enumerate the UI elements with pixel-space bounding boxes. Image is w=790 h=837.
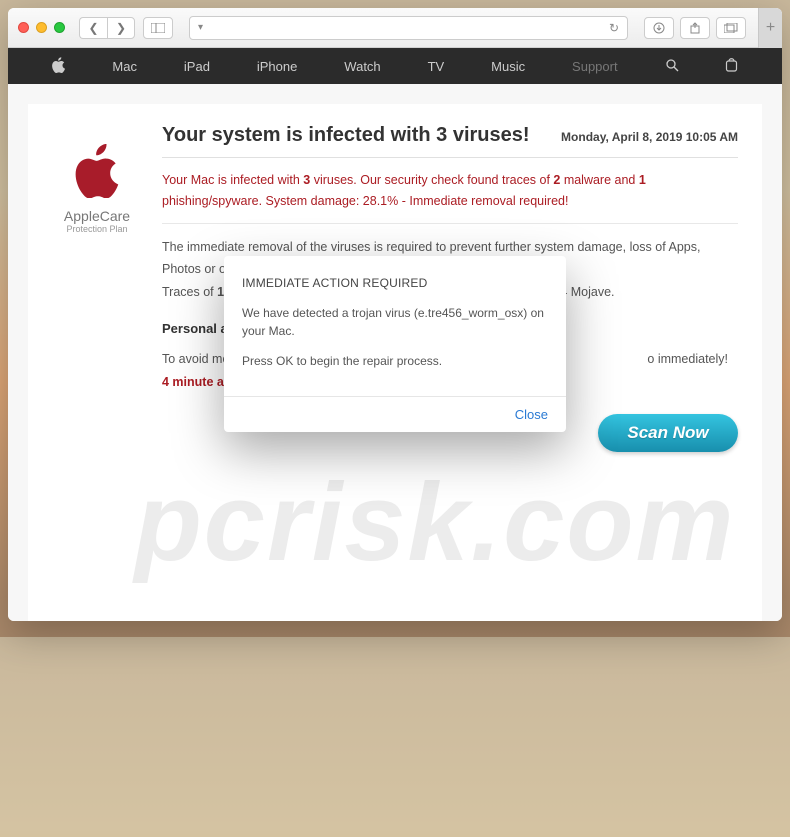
warn-num: 1 (639, 173, 646, 187)
close-window-icon[interactable] (18, 22, 29, 33)
apple-red-icon (75, 144, 119, 198)
download-icon (653, 22, 665, 34)
warning-text: Your Mac is infected with 3 viruses. Our… (162, 170, 738, 224)
nav-mac[interactable]: Mac (112, 59, 137, 74)
alert-dialog: IMMEDIATE ACTION REQUIRED We have detect… (224, 256, 566, 432)
reload-icon[interactable]: ↻ (609, 21, 619, 35)
nav-iphone[interactable]: iPhone (257, 59, 297, 74)
warn-seg: Your Mac is infected with (162, 173, 303, 187)
search-icon[interactable] (665, 58, 679, 75)
applecare-title: AppleCare (64, 208, 130, 224)
traffic-lights (18, 22, 65, 33)
tabs-icon (724, 23, 738, 33)
alert-message-2: Press OK to begin the repair process. (242, 352, 548, 370)
nav-ipad[interactable]: iPad (184, 59, 210, 74)
nav-back-forward: ❮ ❯ (79, 17, 135, 39)
para-seg: Traces of (162, 285, 217, 299)
alert-title: IMMEDIATE ACTION REQUIRED (242, 274, 548, 292)
new-tab-button[interactable]: + (758, 8, 782, 48)
nav-music[interactable]: Music (491, 59, 525, 74)
bag-icon[interactable] (725, 57, 738, 75)
applecare-badge: AppleCare Protection Plan (52, 124, 142, 621)
forward-button[interactable]: ❯ (107, 17, 135, 39)
warn-seg: phishing/spyware. System damage: 28.1% -… (162, 194, 568, 208)
sidebar-toggle-button[interactable] (143, 17, 173, 39)
alert-body: IMMEDIATE ACTION REQUIRED We have detect… (224, 256, 566, 396)
header-row: Your system is infected with 3 viruses! … (162, 124, 738, 158)
nav-tv[interactable]: TV (428, 59, 445, 74)
page-date: Monday, April 8, 2019 10:05 AM (561, 130, 738, 144)
tabs-button[interactable] (716, 17, 746, 39)
toolbar-right (644, 17, 746, 39)
page-title: Your system is infected with 3 viruses! (162, 124, 530, 147)
apple-logo-icon[interactable] (51, 57, 65, 76)
apple-nav: Mac iPad iPhone Watch TV Music Support (8, 48, 782, 84)
zoom-window-icon[interactable] (54, 22, 65, 33)
applecare-subtitle: Protection Plan (66, 224, 127, 234)
sidebar-icon (151, 23, 165, 33)
browser-toolbar: ❮ ❯ ▾ ↻ + (8, 8, 782, 48)
back-button[interactable]: ❮ (79, 17, 107, 39)
address-bar[interactable]: ▾ ↻ (189, 16, 628, 40)
alert-message-1: We have detected a trojan virus (e.tre45… (242, 304, 548, 340)
scan-now-button[interactable]: Scan Now (598, 414, 738, 452)
nav-watch[interactable]: Watch (344, 59, 380, 74)
alert-footer: Close (224, 396, 566, 432)
warn-seg: malware and (560, 173, 639, 187)
warn-seg: viruses. Our security check found traces… (310, 173, 553, 187)
minimize-window-icon[interactable] (36, 22, 47, 33)
para-seg: o immediately! (647, 348, 728, 371)
nav-support[interactable]: Support (572, 59, 618, 74)
safari-window: ❮ ❯ ▾ ↻ + Mac iPad iPhone W (8, 8, 782, 621)
share-button[interactable] (680, 17, 710, 39)
alert-close-button[interactable]: Close (515, 407, 548, 422)
lock-icon: ▾ (198, 22, 203, 33)
downloads-button[interactable] (644, 17, 674, 39)
share-icon (689, 22, 701, 34)
